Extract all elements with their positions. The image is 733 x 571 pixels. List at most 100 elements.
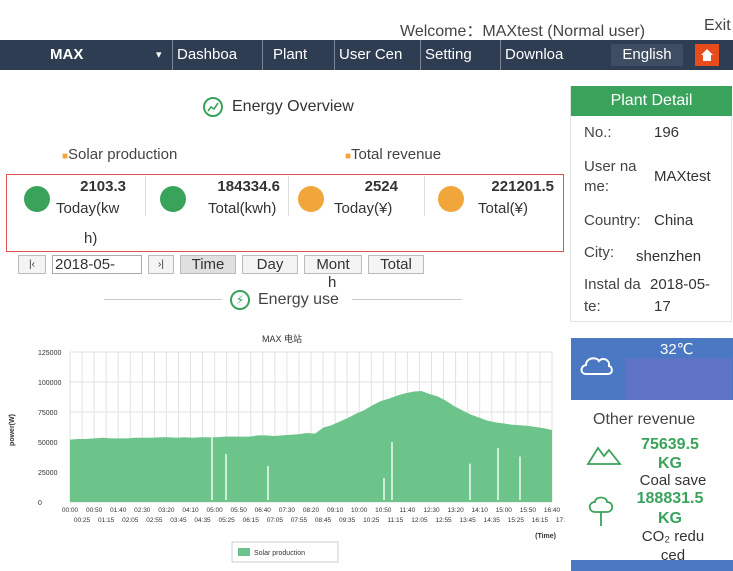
- energy-overview-title: Energy Overview: [232, 98, 354, 115]
- lightning-icon: ⚡: [230, 290, 250, 310]
- x-tick-label: 06:15: [243, 517, 260, 524]
- x-tick-label: 08:45: [315, 517, 332, 524]
- country-label: Country:: [584, 212, 641, 229]
- stat-divider: [424, 176, 425, 216]
- date-value: 2018-05-: [55, 256, 116, 273]
- main-navbar: MAX ▾ Dashboa Plant User Cen Setting Dow…: [0, 40, 733, 70]
- x-tick-label: 05:25: [219, 517, 236, 524]
- exit-link[interactable]: Exit: [704, 17, 731, 35]
- stat-divider: [145, 176, 146, 216]
- x-tick-label: 11:15: [387, 517, 403, 524]
- revenue-total-unit: Total(¥): [478, 200, 529, 217]
- month-button[interactable]: Mont: [304, 255, 362, 274]
- language-selector[interactable]: English: [611, 44, 683, 66]
- x-tick-label: 09:10: [327, 507, 344, 514]
- chevron-down-icon[interactable]: ▾: [156, 48, 162, 61]
- co2-reduced-unit: KG: [658, 510, 682, 527]
- user-name-label: User na: [584, 158, 637, 175]
- x-tick-label: 02:55: [146, 517, 163, 524]
- x-tick-label: 16:15: [532, 517, 549, 524]
- welcome-bar: Welcome：MAXtest (Normal user) Exit: [0, 0, 733, 40]
- home-icon: [701, 49, 713, 61]
- cloud-icon: [580, 357, 613, 375]
- x-tick-label: 11:40: [400, 507, 416, 514]
- user-name-label-wrap: me:: [584, 178, 610, 195]
- x-tick-label: 12:30: [423, 507, 440, 514]
- other-revenue-title: Other revenue: [593, 411, 696, 428]
- revenue-today-value: 2524: [364, 178, 398, 195]
- x-tick-label: 10:00: [351, 507, 368, 514]
- x-tick-label: 06:40: [255, 507, 272, 514]
- month-button-wrap: h: [328, 274, 337, 291]
- chart-title: MAX 电站: [262, 333, 302, 344]
- solar-total-icon: [160, 186, 186, 212]
- solar-today-value: 2103.3: [80, 178, 126, 195]
- x-tick-label: 14:35: [484, 517, 501, 524]
- solar-production-text: Solar production: [68, 146, 178, 163]
- x-tick-label: 13:45: [460, 517, 477, 524]
- energy-chart: MAX 电站 0 25000 50000 75000 100000 125000 power(…: [9, 333, 565, 563]
- x-tick-label: 00:25: [74, 517, 91, 524]
- y-tick-label: 100000: [38, 380, 61, 387]
- x-tick-label: 09:35: [339, 517, 356, 524]
- y-tick-label: 75000: [38, 410, 58, 417]
- x-tick-label: 13:20: [447, 507, 464, 514]
- nav-item-download[interactable]: Downloa: [500, 40, 580, 70]
- solar-today-unit-wrap: h): [84, 230, 98, 247]
- x-tick-label: 08:20: [303, 507, 320, 514]
- coal-save-value: 75639.5: [641, 436, 699, 453]
- x-tick-label: 15:25: [508, 517, 525, 524]
- legend-label: Solar production: [254, 550, 305, 557]
- coal-save-label: Coal save: [639, 472, 707, 489]
- x-tick-label: 10:50: [375, 507, 392, 514]
- co2-reduced-label: CO₂ redu: [641, 528, 705, 545]
- total-revenue-label: ■Total revenue: [345, 146, 442, 163]
- divider-line: [104, 299, 222, 300]
- nav-item-setting[interactable]: Setting: [420, 40, 500, 70]
- plant-selector[interactable]: MAX: [50, 46, 83, 63]
- divider-line: [352, 299, 462, 300]
- install-date-label: Instal da: [584, 276, 641, 293]
- next-date-button[interactable]: ›|: [148, 255, 174, 274]
- install-date-label-wrap: te:: [584, 298, 601, 315]
- chart-icon: [203, 97, 223, 117]
- plant-no-value: 196: [654, 124, 680, 141]
- solar-production-label: ■Solar production: [62, 146, 178, 163]
- tree-icon: [588, 496, 614, 526]
- x-tick-label: 01:40: [110, 507, 127, 514]
- day-button[interactable]: Day: [242, 255, 298, 274]
- total-revenue-text: Total revenue: [351, 146, 442, 163]
- nav-item-user-center[interactable]: User Cen: [334, 40, 418, 70]
- time-button[interactable]: Time: [180, 255, 236, 274]
- x-tick-label: 10:25: [363, 517, 380, 524]
- x-tick-label: 16:40: [544, 507, 561, 514]
- country-value: China: [654, 212, 694, 229]
- revenue-total-value: 221201.5: [491, 178, 554, 195]
- install-date-value: 2018-05-: [650, 276, 711, 293]
- y-axis-label: power(W): [9, 414, 16, 446]
- nav-item-plant[interactable]: Plant: [262, 40, 336, 70]
- x-tick-label: 12:05: [411, 517, 428, 524]
- home-button[interactable]: [695, 44, 719, 66]
- install-date-value-wrap: 17: [654, 298, 671, 315]
- energy-use-title: Energy use: [258, 291, 339, 308]
- prev-date-button[interactable]: |‹: [18, 255, 46, 274]
- x-tick-label: 03:45: [170, 517, 187, 524]
- x-tick-label: 02:30: [134, 507, 151, 514]
- solar-total-value: 184334.6: [217, 178, 280, 195]
- x-tick-label: 05:50: [231, 507, 248, 514]
- nav-item-dashboard[interactable]: Dashboa: [172, 40, 256, 70]
- next-card-strip: [571, 560, 733, 571]
- legend-swatch: [238, 548, 250, 556]
- x-tick-label: 17:05: [556, 517, 565, 524]
- y-tick-label: 125000: [38, 350, 61, 357]
- solar-today-icon: [24, 186, 50, 212]
- total-button[interactable]: Total: [368, 255, 424, 274]
- x-tick-label: 03:20: [158, 507, 175, 514]
- solar-total-unit: Total(kwh): [208, 200, 277, 217]
- date-input[interactable]: 2018-05-: [52, 255, 142, 274]
- x-tick-label: 15:50: [520, 507, 537, 514]
- stat-divider: [288, 176, 289, 216]
- x-axis-label: (Time): [535, 533, 556, 540]
- solar-today-unit: Today(kw: [56, 200, 120, 217]
